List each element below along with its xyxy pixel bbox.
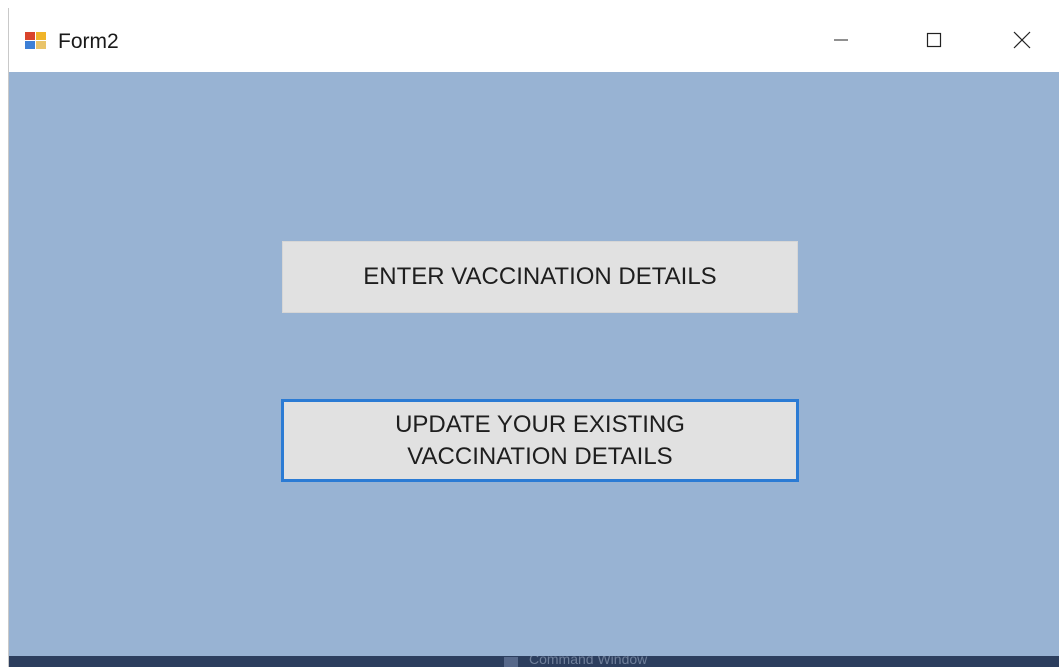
update-button-label-line1: UPDATE YOUR EXISTING (395, 410, 685, 438)
taskbar-label[interactable]: Command Window (529, 656, 647, 666)
update-button-label: UPDATE YOUR EXISTING VACCINATION DETAILS (395, 409, 685, 473)
command-window-icon (504, 657, 518, 667)
taskbar-strip: Command Window (9, 656, 1059, 667)
maximize-button[interactable] (911, 22, 957, 62)
window-title: Form2 (58, 30, 119, 53)
maximize-icon (926, 32, 942, 53)
enter-vaccination-details-button[interactable]: ENTER VACCINATION DETAILS (282, 241, 798, 313)
close-button[interactable] (999, 22, 1045, 62)
close-icon (1013, 31, 1031, 54)
form2-window: Form2 ENTER VACCINATION DETAILS UPDATE Y… (8, 8, 1059, 667)
minimize-button[interactable] (818, 22, 864, 62)
minimize-icon (833, 32, 849, 53)
windows-form-icon (25, 32, 47, 50)
update-vaccination-details-button[interactable]: UPDATE YOUR EXISTING VACCINATION DETAILS (281, 399, 799, 482)
form-client-area: ENTER VACCINATION DETAILS UPDATE YOUR EX… (9, 72, 1059, 656)
update-button-label-line2: VACCINATION DETAILS (407, 442, 673, 470)
title-bar[interactable]: Form2 (9, 8, 1059, 72)
